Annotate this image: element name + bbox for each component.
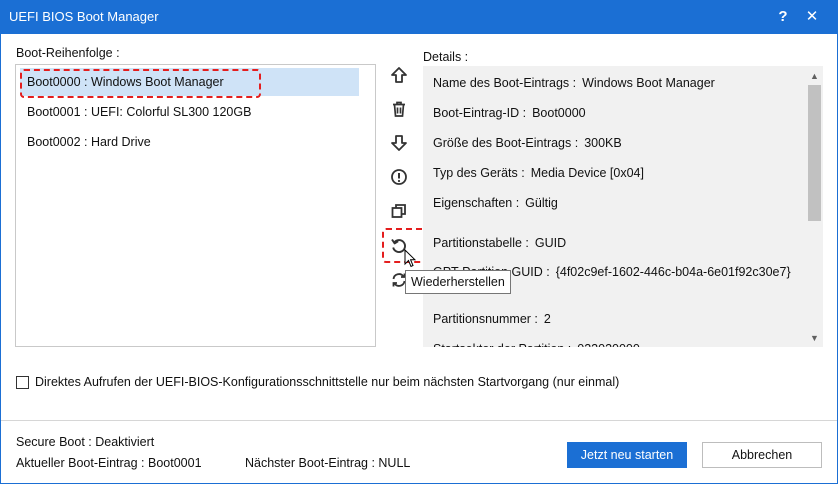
detail-row: Startsektor der Partition : 022020000: [433, 342, 803, 347]
details-scrollbar[interactable]: ▲ ▼: [806, 66, 823, 347]
detail-row: Partitionstabelle : GUID: [433, 236, 803, 250]
detail-key: Boot-Eintrag-ID :: [433, 106, 527, 120]
detail-key: Größe des Boot-Eintrags :: [433, 136, 579, 150]
trash-icon: [393, 101, 405, 117]
next-boot-entry: Nächster Boot-Eintrag : NULL: [245, 456, 411, 470]
detail-value: 2: [543, 312, 551, 326]
detail-value: {4f02c9ef-1602-446c-b04a-6e01f92c30e7}: [555, 265, 791, 279]
move-down-button[interactable]: [387, 131, 411, 155]
detail-value: Windows Boot Manager: [582, 76, 715, 90]
cancel-button[interactable]: Abbrechen: [702, 442, 822, 468]
detail-key: Partitionstabelle :: [433, 236, 529, 250]
boot-entry-1[interactable]: Boot0001 : UEFI: Colorful SL300 120GB: [20, 98, 359, 126]
boot-order-list[interactable]: Boot0000 : Windows Boot Manager Boot0001…: [15, 64, 376, 347]
delete-button[interactable]: [387, 97, 411, 121]
detail-value: 300KB: [584, 136, 622, 150]
current-boot-entry: Aktueller Boot-Eintrag : Boot0001: [16, 456, 202, 470]
detail-value: Boot0000: [532, 106, 586, 120]
detail-value: Media Device [0x04]: [530, 166, 644, 180]
arrow-up-icon: [391, 67, 407, 83]
move-up-button[interactable]: [387, 63, 411, 87]
detail-key: Typ des Geräts :: [433, 166, 525, 180]
detail-value: GUID: [534, 236, 567, 250]
secure-boot-status: Secure Boot : Deaktiviert: [16, 435, 155, 449]
duplicate-button[interactable]: [387, 199, 411, 223]
bios-setup-checkbox[interactable]: [16, 375, 29, 389]
restore-tooltip: Wiederherstellen: [405, 270, 511, 294]
duplicate-icon: [391, 204, 406, 218]
detail-row: Größe des Boot-Eintrags : 300KB: [433, 136, 803, 150]
details-label: Details :: [423, 50, 469, 64]
detail-row: Partitionsnummer : 2: [433, 312, 803, 326]
detail-row: Typ des Geräts : Media Device [0x04]: [433, 166, 803, 180]
close-button[interactable]: ✕: [795, 0, 829, 34]
info-button[interactable]: [387, 165, 411, 189]
detail-row: Name des Boot-Eintrags : Windows Boot Man…: [433, 76, 803, 90]
detail-key: Startsektor der Partition :: [433, 342, 571, 347]
scroll-thumb[interactable]: [808, 85, 821, 221]
detail-key: Name des Boot-Eintrags :: [433, 76, 577, 90]
arrow-down-icon: [391, 135, 407, 151]
footer-divider: [1, 420, 837, 421]
info-icon: [391, 169, 407, 185]
detail-value: 022020000: [577, 342, 640, 347]
detail-row: Eigenschaften : Gültig: [433, 196, 803, 210]
detail-row: Boot-Eintrag-ID : Boot0000: [433, 106, 803, 120]
detail-key: Partitionsnummer :: [433, 312, 538, 326]
detail-value: Gültig: [525, 196, 558, 210]
boot-order-label: Boot-Reihenfolge :: [16, 46, 120, 60]
mouse-cursor-icon: [404, 249, 416, 268]
scroll-down-icon[interactable]: ▼: [806, 329, 823, 346]
restart-now-button[interactable]: Jetzt neu starten: [567, 442, 687, 468]
window-title: UEFI BIOS Boot Manager: [9, 9, 159, 24]
bios-setup-option[interactable]: Direktes Aufrufen der UEFI-BIOS-Konfigur…: [16, 374, 619, 390]
bios-setup-option-label: Direktes Aufrufen der UEFI-BIOS-Konfigur…: [35, 375, 620, 389]
details-panel[interactable]: Name des Boot-Eintrags : Windows Boot Man…: [423, 66, 823, 347]
boot-entry-2[interactable]: Boot0002 : Hard Drive: [20, 128, 359, 156]
scroll-up-icon[interactable]: ▲: [806, 67, 823, 84]
title-bar: UEFI BIOS Boot Manager ? ✕: [0, 0, 838, 34]
detail-key: Eigenschaften :: [433, 196, 520, 210]
boot-entry-0[interactable]: Boot0000 : Windows Boot Manager: [20, 68, 359, 98]
